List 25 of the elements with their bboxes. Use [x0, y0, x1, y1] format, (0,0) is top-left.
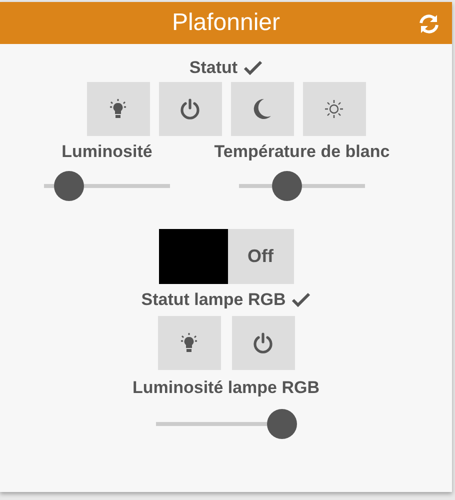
- power-icon: [179, 98, 201, 120]
- widget-title: Plafonnier: [172, 9, 280, 37]
- check-icon: [242, 60, 263, 76]
- light-bulb-icon: [181, 333, 197, 353]
- icon-button[interactable]: [230, 82, 294, 136]
- slider-thumb[interactable]: [267, 409, 297, 439]
- moon-icon: [252, 98, 272, 120]
- icon-button[interactable]: [158, 316, 220, 370]
- power-icon: [252, 332, 274, 354]
- toggle-button[interactable]: Off: [228, 229, 294, 284]
- light-bulb-icon: [110, 99, 126, 119]
- icon-button[interactable]: [86, 82, 150, 136]
- status-label: Statut lampe RGB: [141, 290, 311, 310]
- slider-thumb[interactable]: [54, 171, 84, 201]
- refresh-icon[interactable]: [418, 13, 440, 35]
- slider-label: Luminosité: [62, 142, 152, 162]
- icon-button[interactable]: [232, 316, 294, 370]
- icon-button[interactable]: [158, 82, 222, 136]
- sun-icon: [324, 99, 344, 119]
- color-swatch[interactable]: [158, 229, 228, 284]
- status-label: Statut: [189, 58, 263, 78]
- check-icon: [290, 292, 311, 308]
- slider-label: Luminosité lampe RGB: [132, 378, 320, 398]
- slider-label: Température de blanc: [214, 142, 390, 162]
- slider-thumb[interactable]: [272, 171, 302, 201]
